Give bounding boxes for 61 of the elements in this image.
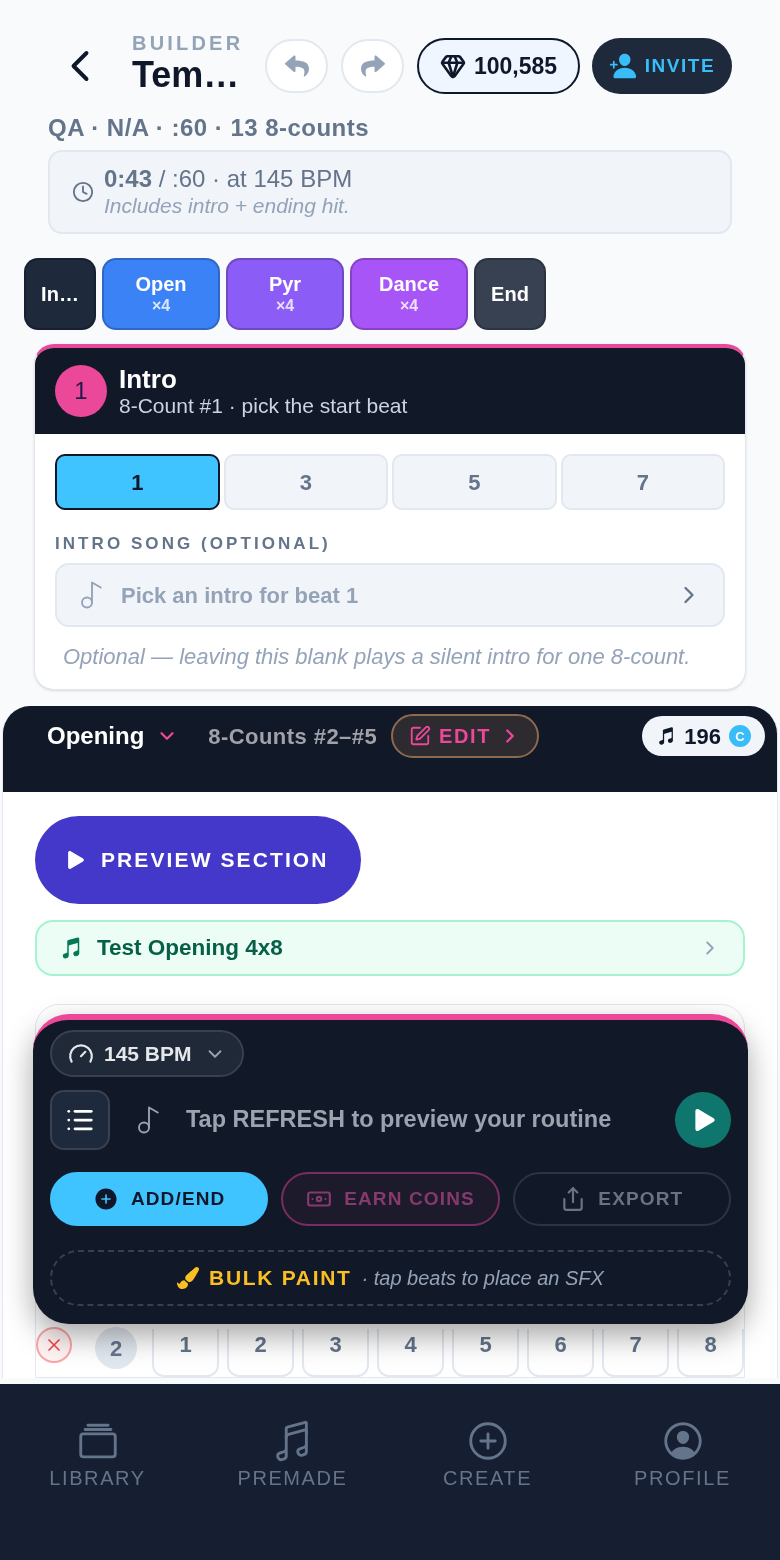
start-beat-option[interactable]: 7: [560, 454, 725, 510]
beat-slot[interactable]: 8: [677, 1329, 744, 1377]
redo-button[interactable]: [341, 39, 404, 93]
helper-text: Optional — leaving this blank plays a silent intro for one 8-count.: [62, 643, 692, 671]
field-label: INTRO SONG (OPTIONAL): [55, 534, 332, 554]
duration-summary: 0:43 / :60 · at 145 BPM: [104, 165, 353, 193]
paint-brush-icon: [177, 1267, 200, 1289]
redo-icon: [360, 54, 385, 78]
edit-icon: [409, 725, 432, 747]
coin-badge: C: [729, 725, 751, 747]
beat-slot[interactable]: 6: [527, 1329, 594, 1377]
list-button[interactable]: [50, 1090, 110, 1150]
eyebrow-label: BUILDER: [132, 31, 245, 55]
section-title[interactable]: Opening: [47, 718, 179, 754]
add-user-icon: [608, 52, 637, 80]
routine-meta: QA · N/A · :60 · 13 8-counts: [47, 114, 371, 142]
number-badge: 1: [55, 365, 107, 417]
play-icon: [67, 851, 85, 869]
duration-note: Includes intro + ending hit.: [104, 193, 351, 219]
nav-item[interactable]: CREATE: [438, 1418, 537, 1490]
card-title: Intro: [119, 364, 178, 394]
remove-button[interactable]: [36, 1327, 72, 1363]
page-title: Tem…: [132, 55, 241, 95]
beat-slot[interactable]: 7: [602, 1329, 669, 1377]
player-message: Tap REFRESH to preview your routine: [186, 1105, 612, 1135]
card-subtitle: 8-Count #1 · pick the start beat: [119, 394, 408, 418]
count-number: 2: [95, 1327, 137, 1369]
nav-item[interactable]: PROFILE: [630, 1418, 735, 1490]
count-range: 8-Counts #2–#5: [208, 722, 378, 751]
nav-item[interactable]: LIBRARY: [45, 1418, 150, 1490]
beat-slot[interactable]: 3: [302, 1329, 369, 1377]
play-icon: [693, 1109, 716, 1131]
bulk-paint-button[interactable]: BULK PAINT · tap beats to place an SFX: [50, 1250, 731, 1306]
song-row[interactable]: Test Opening 4x8: [35, 920, 745, 976]
play-button[interactable]: [675, 1092, 731, 1148]
clock-icon: [72, 181, 94, 203]
gems-button[interactable]: 100,585: [417, 38, 580, 94]
action-button[interactable]: ADD/END: [50, 1172, 269, 1226]
section-tab[interactable]: Dance ×4: [350, 258, 468, 330]
section-tab[interactable]: Pyr ×4: [226, 258, 344, 330]
intro-song-picker[interactable]: Pick an intro for beat 1: [55, 563, 725, 627]
beat-slot[interactable]: 2: [227, 1329, 294, 1377]
beat-slot[interactable]: 4: [377, 1329, 444, 1377]
undo-icon: [284, 54, 309, 78]
diamond-icon: [439, 53, 466, 79]
action-button[interactable]: EXPORT: [512, 1172, 731, 1226]
section-tab[interactable]: In…: [24, 258, 96, 330]
invite-button[interactable]: INVITE: [592, 38, 732, 94]
tempo-dropdown[interactable]: 145 BPM: [50, 1030, 244, 1077]
section-tab[interactable]: End: [474, 258, 546, 330]
beat-slot[interactable]: 1: [152, 1329, 219, 1377]
edit-button[interactable]: EDIT: [391, 714, 540, 758]
undo-button[interactable]: [265, 39, 328, 93]
nav-item[interactable]: PREMADE: [233, 1418, 352, 1490]
start-beat-option[interactable]: 1: [55, 454, 220, 510]
beat-slot[interactable]: 5: [452, 1329, 519, 1377]
coins-pill[interactable]: 196 C: [642, 716, 765, 756]
preview-section-button[interactable]: PREVIEW SECTION: [35, 816, 361, 904]
start-beat-option[interactable]: 5: [392, 454, 557, 510]
start-beat-option[interactable]: 3: [223, 454, 388, 510]
section-tab[interactable]: Open ×4: [102, 258, 220, 330]
